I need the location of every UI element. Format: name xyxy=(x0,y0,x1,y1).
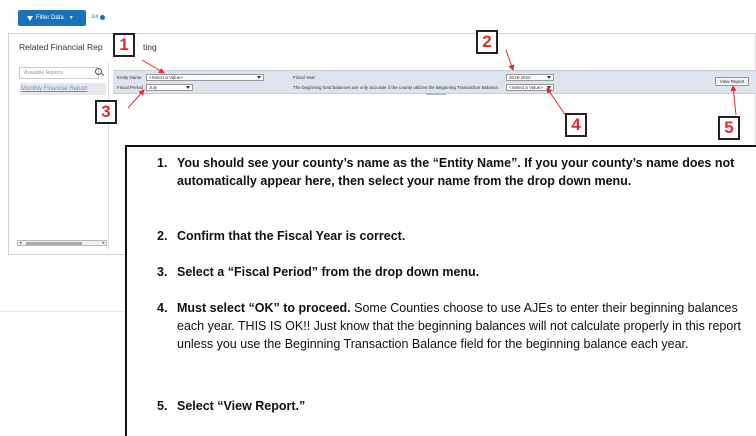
fiscal-year-select[interactable]: 2019-2020 xyxy=(506,74,554,81)
step-number: 4. xyxy=(157,301,168,315)
horizontal-scrollbar[interactable]: ◂ ▸ xyxy=(17,240,107,246)
step-number: 3. xyxy=(157,265,168,279)
step-bold-text: Confirm that the Fiscal Year is correct. xyxy=(177,229,406,243)
instructions-box: 1. You should see your county’s name as … xyxy=(125,145,756,436)
chevron-down-icon xyxy=(186,86,190,89)
scroll-right-icon[interactable]: ▸ xyxy=(102,240,105,246)
step-number: 1. xyxy=(157,156,168,170)
fiscal-period-select[interactable]: July xyxy=(146,84,193,91)
fiscal-period-label: Fiscal Period xyxy=(117,85,144,90)
fiscal-year-label: Fiscal Year xyxy=(293,75,316,80)
instruction-step-3: 3. Select a “Fiscal Period” from the dro… xyxy=(157,263,743,281)
filter-data-button[interactable]: Filter Data ▼ xyxy=(18,10,86,26)
chevron-down-icon xyxy=(257,76,261,79)
instruction-step-1: 1. You should see your county’s name as … xyxy=(157,154,743,190)
scrollbar-thumb[interactable] xyxy=(26,242,82,245)
callout-5: 5 xyxy=(718,116,740,140)
report-parameters-bar: Entity Name <Select a Value> Fiscal Peri… xyxy=(113,70,756,95)
beginning-balance-note: The beginning fund balances are only acc… xyxy=(293,85,500,90)
entity-name-label: Entity Name xyxy=(117,75,142,80)
instruction-step-5: 5. Select “View Report.” xyxy=(157,397,743,415)
view-report-button[interactable]: View Report xyxy=(715,77,749,86)
search-icon[interactable] xyxy=(95,68,102,75)
sidebar-item-monthly-financial-report[interactable]: Monthly Financial Report xyxy=(20,83,106,95)
search-input[interactable]: Available Reports xyxy=(19,67,99,79)
chevron-down-icon xyxy=(547,76,551,79)
chevron-down-icon xyxy=(547,86,551,89)
entity-name-select[interactable]: <Select a Value> xyxy=(146,74,264,81)
divider xyxy=(0,311,125,312)
step-number: 5. xyxy=(157,399,168,413)
filter-icon xyxy=(27,15,33,21)
instruction-step-4: 4. Must select “OK” to proceed. Some Cou… xyxy=(157,299,743,353)
section-title: Related Financial Rep xyxy=(19,42,103,52)
section-title-suffix: ting xyxy=(143,42,157,52)
callout-2: 2 xyxy=(476,30,498,54)
gear-icon xyxy=(100,14,106,20)
period-link-label: Jul xyxy=(91,14,99,20)
entity-name-value: <Select a Value> xyxy=(149,75,183,80)
period-link[interactable]: Jul xyxy=(91,14,106,20)
scroll-left-icon[interactable]: ◂ xyxy=(19,240,22,246)
chevron-down-icon: ▼ xyxy=(68,15,74,21)
step-bold-text: Select “View Report.” xyxy=(177,399,306,413)
step-bold-text: Must select “OK” to proceed. xyxy=(177,301,351,315)
filter-data-label: Filter Data xyxy=(36,15,64,21)
fiscal-year-value: 2019-2020 xyxy=(509,75,531,80)
parameters-collapse-handle[interactable] xyxy=(426,93,446,95)
callout-4: 4 xyxy=(565,113,587,137)
callout-1: 1 xyxy=(113,33,135,57)
fiscal-period-value: July xyxy=(149,85,158,90)
callout-3: 3 xyxy=(95,100,117,124)
beginning-balance-select[interactable]: <Select a Value> xyxy=(506,84,554,91)
step-bold-text: Select a “Fiscal Period” from the drop d… xyxy=(177,265,480,279)
step-number: 2. xyxy=(157,229,168,243)
instruction-step-2: 2. Confirm that the Fiscal Year is corre… xyxy=(157,227,743,245)
step-bold-text: You should see your county’s name as the… xyxy=(177,156,735,188)
beginning-balance-value: <Select a Value> xyxy=(509,85,543,90)
report-sidebar: Available Reports Monthly Financial Repo… xyxy=(13,62,109,250)
